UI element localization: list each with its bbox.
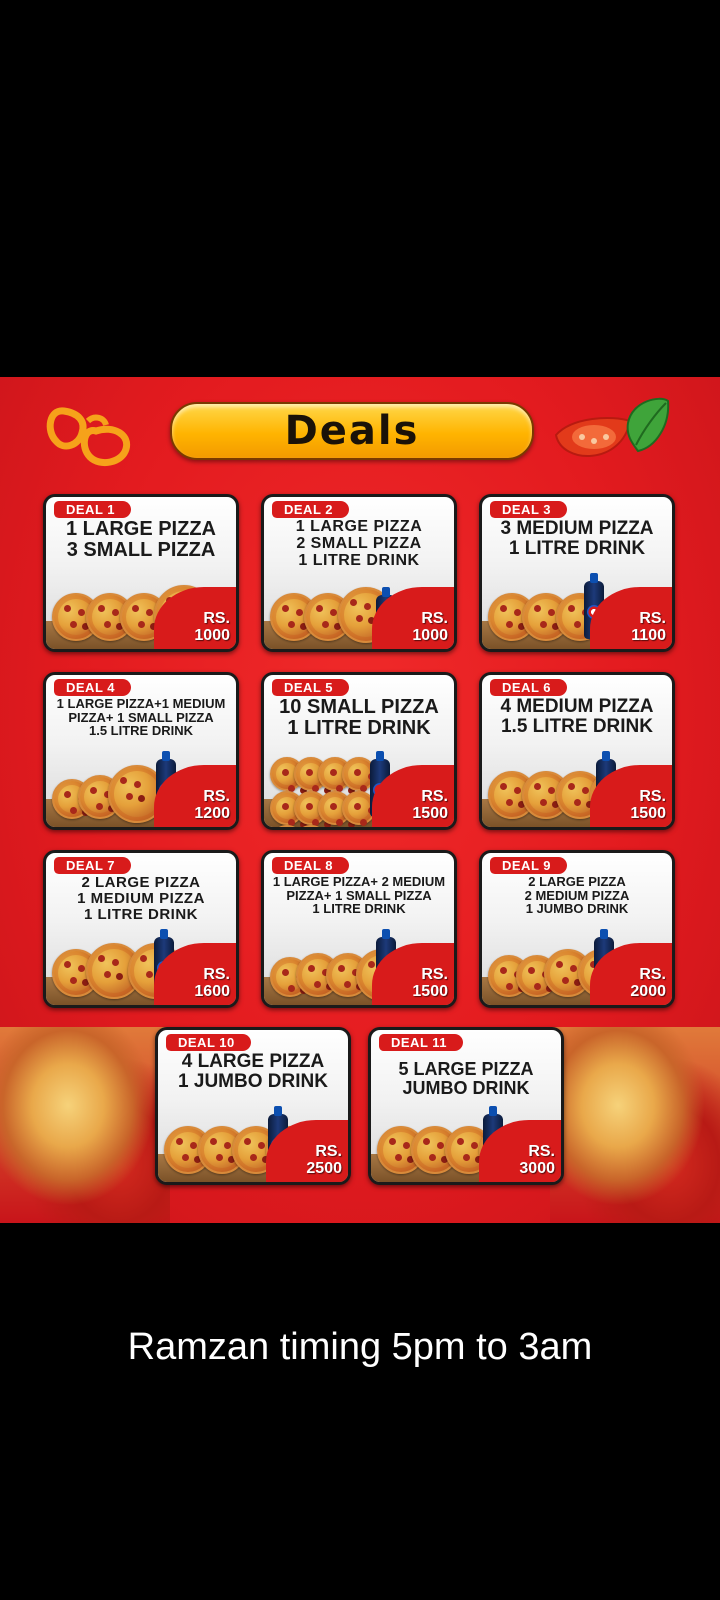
deal-card-8[interactable]: DEAL 8 1 LARGE PIZZA+ 2 MEDIUM PIZZA+ 1 … (261, 850, 457, 1008)
deal-price: RS. 1100 (631, 610, 666, 645)
deal-price: RS. 1200 (194, 788, 230, 823)
deal-price: RS. 1600 (194, 966, 230, 1001)
deal-price: RS. 1500 (412, 788, 448, 823)
deal-card-5[interactable]: DEAL 5 10 SMALL PIZZA 1 LITRE DRINK RS. … (261, 672, 457, 830)
deal-description: 1 LARGE PIZZA+ 2 MEDIUM PIZZA+ 1 SMALL P… (272, 874, 446, 917)
deal-price: RS. 2000 (630, 966, 666, 1001)
deal-description: 1 LARGE PIZZA 2 SMALL PIZZA 1 LITRE DRIN… (295, 518, 423, 569)
deals-title-banner: Deals (170, 402, 534, 460)
deal-badge: DEAL 1 (54, 501, 131, 518)
deal-badge: DEAL 4 (54, 679, 131, 696)
cheese-pizza-photo-right (550, 1027, 720, 1223)
deal-card-3[interactable]: DEAL 3 3 MEDIUM PIZZA 1 LITRE DRINK RS. … (479, 494, 675, 652)
deal-badge: DEAL 2 (272, 501, 349, 518)
deal-card-4[interactable]: DEAL 4 1 LARGE PIZZA+1 MEDIUM PIZZA+ 1 S… (43, 672, 239, 830)
deal-badge: DEAL 10 (166, 1034, 251, 1051)
deal-description: 1 LARGE PIZZA 3 SMALL PIZZA (65, 518, 216, 561)
deal-price: RS. 1500 (412, 966, 448, 1001)
deal-card-9[interactable]: DEAL 9 2 LARGE PIZZA 2 MEDIUM PIZZA 1 JU… (479, 850, 675, 1008)
pizza-group (270, 757, 376, 827)
deal-card-11[interactable]: DEAL 11 5 LARGE PIZZA JUMBO DRINK RS. 30… (368, 1027, 564, 1185)
deal-card-10[interactable]: DEAL 10 4 LARGE PIZZA 1 JUMBO DRINK RS. … (155, 1027, 351, 1185)
deal-description: 1 LARGE PIZZA+1 MEDIUM PIZZA+ 1 SMALL PI… (56, 696, 226, 739)
pizza-group (270, 587, 394, 643)
deal-description: 4 MEDIUM PIZZA 1.5 LITRE DRINK (500, 696, 654, 737)
bell-pepper-icon (46, 407, 131, 467)
tomato-basil-icon (554, 397, 670, 457)
deal-badge: DEAL 5 (272, 679, 349, 696)
deal-card-1[interactable]: DEAL 1 1 LARGE PIZZA 3 SMALL PIZZA RS. 1… (43, 494, 239, 652)
deal-price: RS. 3000 (519, 1143, 555, 1178)
deal-description: 10 SMALL PIZZA 1 LITRE DRINK (279, 696, 439, 739)
image-viewer: Deals DEAL 1 1 LARGE PIZZA 3 SMALL PIZZA (0, 0, 720, 1600)
cheese-pizza-photo-left (0, 1027, 170, 1223)
pizza-group (52, 765, 166, 823)
deals-poster[interactable]: Deals DEAL 1 1 LARGE PIZZA 3 SMALL PIZZA (0, 377, 720, 1223)
deal-price: RS. 1500 (630, 788, 666, 823)
deal-description: 2 LARGE PIZZA 2 MEDIUM PIZZA 1 JUMBO DRI… (524, 874, 630, 917)
deal-description: 2 LARGE PIZZA 1 MEDIUM PIZZA 1 LITRE DRI… (77, 874, 205, 923)
pizza-group (52, 943, 184, 999)
deal-price: RS. 2500 (306, 1143, 342, 1178)
deals-title: Deals (284, 408, 420, 454)
image-caption: Ramzan timing 5pm to 3am (127, 1326, 593, 1368)
pizza-group (488, 593, 604, 641)
deal-card-2[interactable]: DEAL 2 1 LARGE PIZZA 2 SMALL PIZZA 1 LIT… (261, 494, 457, 652)
deal-badge: DEAL 7 (54, 857, 131, 874)
deal-badge: DEAL 6 (490, 679, 567, 696)
deal-price: RS. 1000 (194, 610, 230, 645)
deal-badge: DEAL 3 (490, 501, 567, 518)
deal-card-7[interactable]: DEAL 7 2 LARGE PIZZA 1 MEDIUM PIZZA 1 LI… (43, 850, 239, 1008)
deal-price: RS. 1000 (412, 610, 448, 645)
deal-description: 5 LARGE PIZZA JUMBO DRINK (398, 1059, 534, 1098)
deal-badge: DEAL 8 (272, 857, 349, 874)
deal-badge: DEAL 11 (379, 1034, 464, 1051)
deal-card-6[interactable]: DEAL 6 4 MEDIUM PIZZA 1.5 LITRE DRINK RS… (479, 672, 675, 830)
deal-description: 4 LARGE PIZZA 1 JUMBO DRINK (178, 1051, 328, 1092)
deal-description: 3 MEDIUM PIZZA 1 LITRE DRINK (500, 518, 654, 559)
deal-badge: DEAL 9 (490, 857, 567, 874)
